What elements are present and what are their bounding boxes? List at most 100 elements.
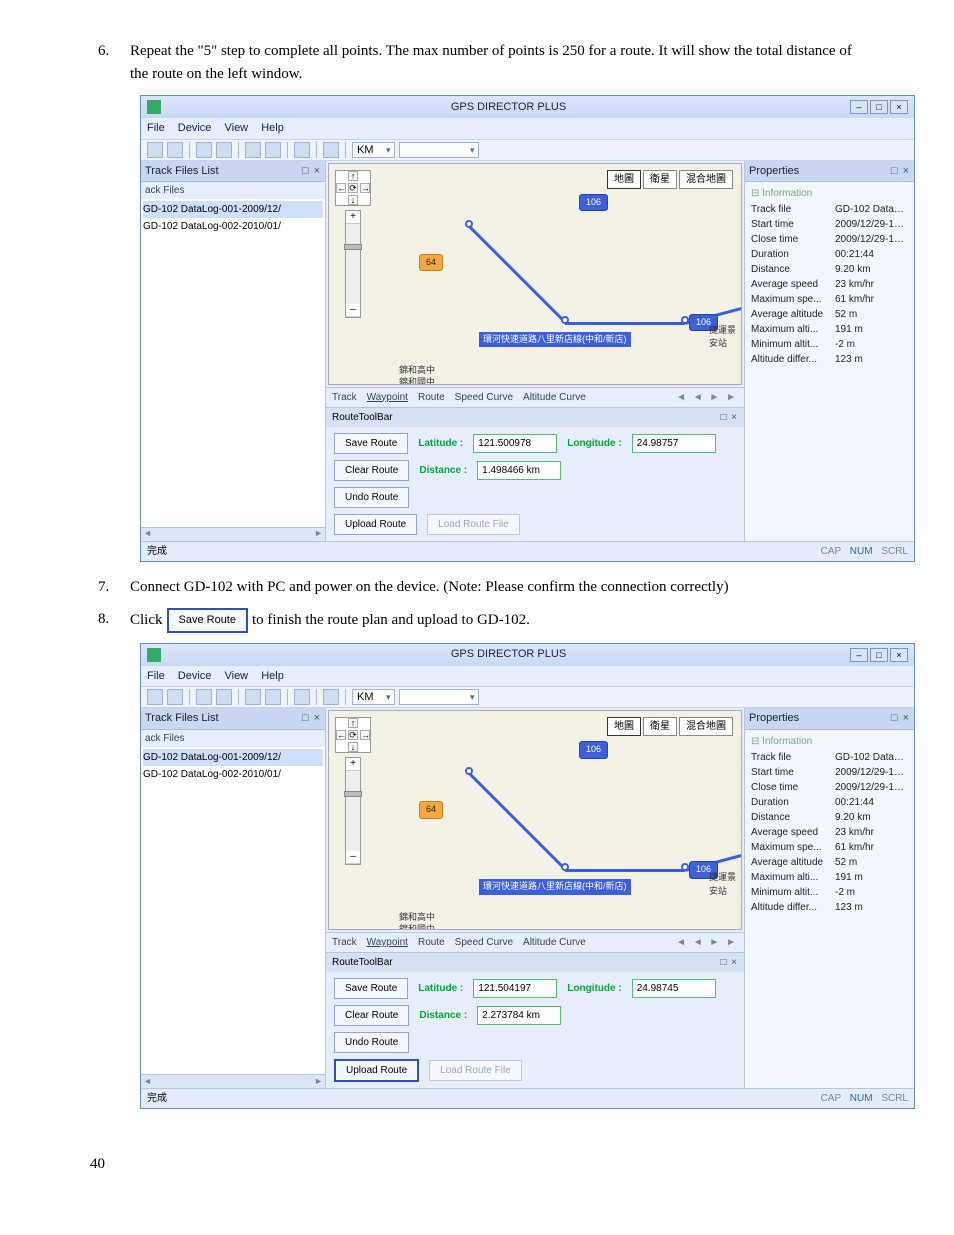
panel-pin-close[interactable]: □ × <box>720 955 738 970</box>
toolbar-sync-icon[interactable] <box>216 689 232 705</box>
h-scrollbar[interactable]: ◄► <box>141 1074 325 1088</box>
map-type-satellite[interactable]: 衛星 <box>643 717 677 736</box>
list-item[interactable]: GD-102 DataLog-001-2009/12/ <box>143 201 323 218</box>
menu-help[interactable]: Help <box>261 670 284 682</box>
route-node[interactable] <box>681 863 689 871</box>
tab-nav-arrows[interactable]: ◄ ◄ ► ► <box>676 390 738 405</box>
unit-select[interactable]: KM <box>352 142 395 158</box>
route-node[interactable] <box>561 316 569 324</box>
clear-route-button[interactable]: Clear Route <box>334 460 409 481</box>
map-zoom-control[interactable]: + – <box>345 210 361 318</box>
toolbar-save-icon[interactable] <box>167 142 183 158</box>
pan-right-icon[interactable]: → <box>360 183 370 193</box>
toolbar-send-icon[interactable] <box>245 142 261 158</box>
menu-device[interactable]: Device <box>178 670 212 682</box>
pan-down-icon[interactable]: ↓ <box>348 195 358 205</box>
toolbar-send-icon[interactable] <box>245 689 261 705</box>
longitude-field[interactable]: 24.98757 <box>632 434 716 453</box>
pan-up-icon[interactable]: ↑ <box>348 718 358 728</box>
close-button[interactable]: × <box>890 100 908 114</box>
toolbar-open-icon[interactable] <box>147 689 163 705</box>
undo-route-button[interactable]: Undo Route <box>334 1032 409 1053</box>
save-route-button[interactable]: Save Route <box>334 978 408 999</box>
pan-left-icon[interactable]: ← <box>336 730 346 740</box>
secondary-select[interactable] <box>399 689 479 705</box>
zoom-out-icon[interactable]: – <box>346 851 360 864</box>
map-pan-control[interactable]: ↑ ← ⟳ → ↓ <box>335 717 371 753</box>
panel-pin-close[interactable]: □ × <box>720 410 738 425</box>
tab-route[interactable]: Route <box>418 390 445 405</box>
route-node[interactable] <box>561 863 569 871</box>
tab-altitude-curve[interactable]: Altitude Curve <box>523 390 586 405</box>
clear-route-button[interactable]: Clear Route <box>334 1005 409 1026</box>
list-item[interactable]: GD-102 DataLog-002-2010/01/ <box>143 766 323 783</box>
toolbar-download-icon[interactable] <box>196 689 212 705</box>
route-node[interactable] <box>465 767 473 775</box>
menu-file[interactable]: File <box>147 670 165 682</box>
track-files-list[interactable]: GD-102 DataLog-001-2009/12/ GD-102 DataL… <box>141 747 325 1075</box>
toolbar-globe-icon[interactable] <box>294 689 310 705</box>
minimize-button[interactable]: – <box>850 100 868 114</box>
tab-speed-curve[interactable]: Speed Curve <box>455 935 513 950</box>
save-route-inline-button[interactable]: Save Route <box>167 608 248 633</box>
panel-pin-close[interactable]: □ × <box>302 710 321 727</box>
map-pan-control[interactable]: ↑ ← ⟳ → ↓ <box>335 170 371 206</box>
distance-field[interactable]: 2.273784 km <box>477 1006 561 1025</box>
map-type-map[interactable]: 地圖 <box>607 717 641 736</box>
menu-help[interactable]: Help <box>261 122 284 134</box>
load-route-file-button[interactable]: Load Route File <box>429 1060 522 1081</box>
menu-file[interactable]: File <box>147 122 165 134</box>
panel-pin-close[interactable]: □ × <box>891 710 910 727</box>
menu-view[interactable]: View <box>224 122 248 134</box>
toolbar-save-icon[interactable] <box>167 689 183 705</box>
map-zoom-control[interactable]: + – <box>345 757 361 865</box>
list-item[interactable]: GD-102 DataLog-001-2009/12/ <box>143 749 323 766</box>
unit-select[interactable]: KM <box>352 689 395 705</box>
latitude-field[interactable]: 121.504197 <box>473 979 557 998</box>
save-route-button[interactable]: Save Route <box>334 433 408 454</box>
map-type-satellite[interactable]: 衛星 <box>643 170 677 189</box>
route-node[interactable] <box>465 220 473 228</box>
route-node[interactable] <box>681 316 689 324</box>
toolbar-receive-icon[interactable] <box>265 689 281 705</box>
map-type-hybrid[interactable]: 混合地圖 <box>679 170 733 189</box>
zoom-in-icon[interactable]: + <box>346 211 360 224</box>
pan-up-icon[interactable]: ↑ <box>348 171 358 181</box>
toolbar-sync-icon[interactable] <box>216 142 232 158</box>
load-route-file-button[interactable]: Load Route File <box>427 514 520 535</box>
upload-route-button[interactable]: Upload Route <box>334 514 417 535</box>
zoom-out-icon[interactable]: – <box>346 304 360 317</box>
map-canvas[interactable]: ↑ ← ⟳ → ↓ + – 地圖 <box>328 710 742 930</box>
tab-speed-curve[interactable]: Speed Curve <box>455 390 513 405</box>
map-type-hybrid[interactable]: 混合地圖 <box>679 717 733 736</box>
list-item[interactable]: GD-102 DataLog-002-2010/01/ <box>143 218 323 235</box>
zoom-handle[interactable] <box>344 791 362 797</box>
secondary-select[interactable] <box>399 142 479 158</box>
upload-route-button[interactable]: Upload Route <box>334 1059 419 1082</box>
pan-center-icon[interactable]: ⟳ <box>348 183 358 193</box>
distance-field[interactable]: 1.498466 km <box>477 461 561 480</box>
maximize-button[interactable]: □ <box>870 648 888 662</box>
minimize-button[interactable]: – <box>850 648 868 662</box>
h-scrollbar[interactable]: ◄► <box>141 527 325 541</box>
maximize-button[interactable]: □ <box>870 100 888 114</box>
tab-route[interactable]: Route <box>418 935 445 950</box>
toolbar-receive-icon[interactable] <box>265 142 281 158</box>
tab-waypoint[interactable]: Waypoint <box>367 935 408 950</box>
toolbar-open-icon[interactable] <box>147 142 163 158</box>
close-button[interactable]: × <box>890 648 908 662</box>
tab-waypoint[interactable]: Waypoint <box>367 390 408 405</box>
toolbar-globe-icon[interactable] <box>294 142 310 158</box>
tab-track[interactable]: Track <box>332 390 357 405</box>
toolbar-help-icon[interactable] <box>323 142 339 158</box>
tab-altitude-curve[interactable]: Altitude Curve <box>523 935 586 950</box>
toolbar-download-icon[interactable] <box>196 142 212 158</box>
tab-nav-arrows[interactable]: ◄ ◄ ► ► <box>676 935 738 950</box>
pan-down-icon[interactable]: ↓ <box>348 742 358 752</box>
pan-left-icon[interactable]: ← <box>336 183 346 193</box>
zoom-in-icon[interactable]: + <box>346 758 360 771</box>
panel-pin-close[interactable]: □ × <box>302 163 321 180</box>
panel-pin-close[interactable]: □ × <box>891 163 910 180</box>
undo-route-button[interactable]: Undo Route <box>334 487 409 508</box>
menu-view[interactable]: View <box>224 670 248 682</box>
